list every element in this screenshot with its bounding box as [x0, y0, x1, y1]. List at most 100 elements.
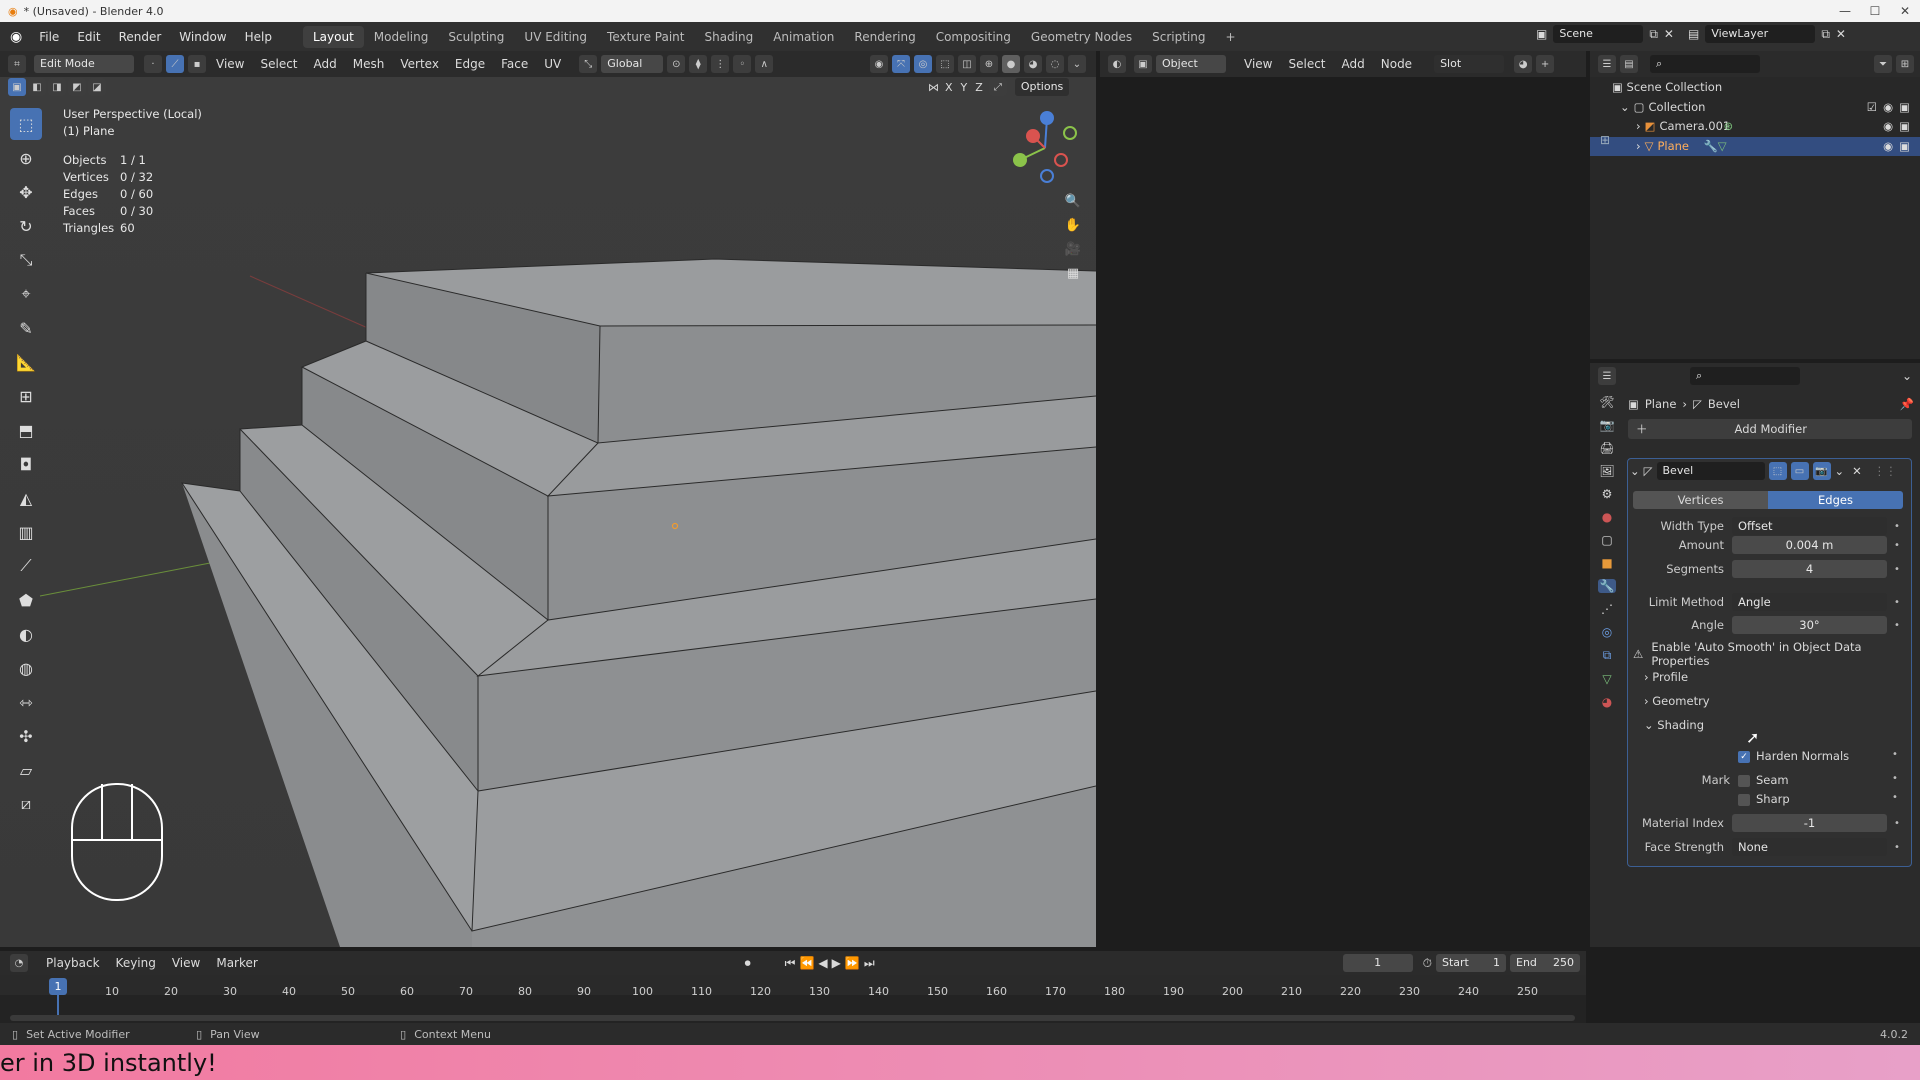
viewlayer-field[interactable]: ViewLayer [1705, 25, 1816, 43]
timeline-menu-view[interactable]: View [166, 956, 206, 970]
render-toggle-icon[interactable]: 📷 [1812, 462, 1831, 480]
collection-tab-icon[interactable]: ▢ [1601, 533, 1612, 547]
axis-z-toggle[interactable]: Z [973, 81, 985, 94]
falloff-icon[interactable]: ∧ [755, 55, 774, 73]
options-dropdown[interactable]: Options [1014, 78, 1070, 96]
expand-arrow-icon[interactable]: › [1636, 137, 1641, 157]
menu-window[interactable]: Window [170, 30, 235, 44]
smooth-tool-icon[interactable]: ◍ [10, 652, 42, 684]
start-frame-field[interactable]: Start 1 [1436, 954, 1506, 972]
scene-tab-icon[interactable]: ⚙ [1602, 487, 1613, 501]
tab-vertices[interactable]: Vertices [1633, 491, 1768, 509]
transform-tool-icon[interactable]: ⌖ [10, 278, 42, 310]
orientation-icon[interactable]: ⤡ [579, 55, 598, 73]
sharp-row[interactable]: Sharp [1738, 792, 1790, 806]
expand-arrow-icon[interactable]: › [1636, 117, 1641, 137]
tab-texture-paint[interactable]: Texture Paint [597, 26, 694, 48]
maximize-button[interactable]: ☐ [1860, 0, 1890, 22]
menu-help[interactable]: Help [236, 30, 281, 44]
ortho-grid-icon[interactable]: ▦ [1061, 261, 1085, 285]
segments-field[interactable]: 4 [1732, 560, 1887, 578]
minimize-button[interactable]: — [1830, 0, 1860, 22]
playhead-frame[interactable]: 1 [49, 978, 67, 995]
material-shading-icon[interactable]: ◕ [1024, 55, 1042, 73]
harden-normals-checkbox[interactable]: ✓ [1738, 750, 1750, 763]
timeline-scrollbar[interactable] [10, 1015, 1575, 1021]
node-menu-node[interactable]: Node [1375, 57, 1418, 71]
shading-section[interactable]: ⌄ Shading [1644, 718, 1704, 732]
vp-menu-select[interactable]: Select [254, 57, 303, 71]
material-tab-icon[interactable]: ◕ [1602, 695, 1612, 709]
edge-slide-tool-icon[interactable]: ⇿ [10, 686, 42, 718]
filter-icon[interactable]: ⏷ [1874, 55, 1892, 73]
shading-options-icon[interactable]: ⌄ [1068, 55, 1086, 73]
camera-row[interactable]: › ◩ Camera.001 ⊛ ◉ ▣ [1590, 117, 1920, 137]
vp-menu-edge[interactable]: Edge [449, 57, 491, 71]
constraints-tab-icon[interactable]: ⧉ [1603, 648, 1612, 663]
select-intersect-icon[interactable]: ◪ [88, 78, 106, 96]
next-keyframe-icon[interactable]: ⏩ [845, 956, 860, 970]
keyframe-dot-icon[interactable]: • [1887, 521, 1907, 532]
checkbox-icon[interactable]: ☑ [1867, 98, 1877, 118]
keyframe-dot-icon[interactable]: • [1885, 792, 1905, 803]
visibility-icon[interactable]: ◉ [870, 55, 888, 73]
pan-hand-icon[interactable]: ✋ [1061, 213, 1085, 237]
tab-edges[interactable]: Edges [1768, 491, 1903, 509]
tab-shading[interactable]: Shading [694, 26, 763, 48]
camera-render-icon[interactable]: ▣ [1899, 98, 1910, 118]
properties-type-icon[interactable]: ☰ [1598, 367, 1616, 385]
edge-select-icon[interactable]: ⟋ [166, 55, 184, 73]
poly-build-tool-icon[interactable]: ⬟ [10, 584, 42, 616]
viewport-area[interactable]: ⌗ Edit Mode · ⟋ ▪ View Select Add Mesh V… [0, 51, 1096, 947]
menu-file[interactable]: File [30, 30, 68, 44]
view-layer-tab-icon[interactable]: 🖼 [1599, 464, 1614, 478]
seam-row[interactable]: Seam [1738, 773, 1789, 787]
select-invert-icon[interactable]: ◩ [68, 78, 86, 96]
vertex-select-icon[interactable]: · [144, 55, 162, 73]
timeline-menu-playback[interactable]: Playback [40, 956, 106, 970]
snap-target-icon[interactable]: ⋮ [711, 55, 730, 73]
jump-end-icon[interactable]: ⏭ [864, 956, 875, 971]
annotate-tool-icon[interactable]: ✎ [10, 312, 42, 344]
particles-tab-icon[interactable]: ⋰ [1601, 602, 1613, 616]
knife-tool-icon[interactable]: ⟋ [10, 550, 42, 582]
keyframe-dot-icon[interactable]: • [1887, 818, 1907, 829]
viewlayer-close-icon[interactable]: ✕ [1836, 27, 1846, 41]
select-box-tool-icon[interactable]: ⬚ [10, 108, 42, 140]
clock-icon[interactable]: ⏱ [1423, 956, 1432, 971]
scene-collection-row[interactable]: ▣ Scene Collection [1590, 78, 1920, 98]
mode-dropdown[interactable]: Edit Mode [34, 55, 134, 73]
jump-start-icon[interactable]: ⏮ [785, 956, 796, 971]
viewlayer-icon[interactable]: ▤ [1688, 27, 1699, 41]
keyframe-dot-icon[interactable]: • [1887, 540, 1907, 551]
angle-field[interactable]: 30° [1732, 616, 1887, 634]
move-tool-icon[interactable]: ✥ [10, 176, 42, 208]
select-new-icon[interactable]: ▣ [8, 78, 26, 96]
new-material-icon[interactable]: + [1536, 55, 1555, 73]
menu-render[interactable]: Render [110, 30, 171, 44]
prev-keyframe-icon[interactable]: ⏪ [799, 956, 814, 970]
collection-row[interactable]: ⌄ ▢ Collection ☑ ◉ ▣ [1590, 98, 1920, 118]
solid-shading-icon[interactable]: ● [1002, 55, 1020, 73]
keyframe-dot-icon[interactable]: • [1887, 620, 1907, 631]
plane-row[interactable]: › ▽ Plane 🔧 ▽ ◉ ▣ [1590, 136, 1920, 157]
viewlayer-browse-icon[interactable]: ⧉ [1821, 27, 1830, 42]
amount-field[interactable]: 0.004 m [1732, 536, 1887, 554]
select-subtract-icon[interactable]: ◨ [48, 78, 66, 96]
auto-merge-icon[interactable]: ⤢ [988, 78, 1007, 96]
tab-modeling[interactable]: Modeling [364, 26, 439, 48]
add-workspace-icon[interactable]: + [1216, 26, 1246, 48]
rendered-shading-icon[interactable]: ◌ [1046, 55, 1064, 73]
vp-menu-vertex[interactable]: Vertex [394, 57, 445, 71]
tab-animation[interactable]: Animation [763, 26, 844, 48]
material-browse-icon[interactable]: ◕ [1514, 55, 1533, 73]
select-extend-icon[interactable]: ◧ [28, 78, 46, 96]
snap-icon[interactable]: ⧫ [689, 55, 708, 73]
outliner-type-icon[interactable]: ☰ [1598, 55, 1616, 73]
end-frame-field[interactable]: End 250 [1510, 954, 1580, 972]
bevel-tool-icon[interactable]: ◭ [10, 482, 42, 514]
collapse-arrow-icon[interactable]: ⌄ [1620, 98, 1630, 118]
blender-menu-icon[interactable]: ◉ [0, 29, 30, 45]
object-tab-icon[interactable]: ■ [1601, 556, 1612, 570]
outliner-search[interactable]: ⌕ [1650, 55, 1760, 73]
